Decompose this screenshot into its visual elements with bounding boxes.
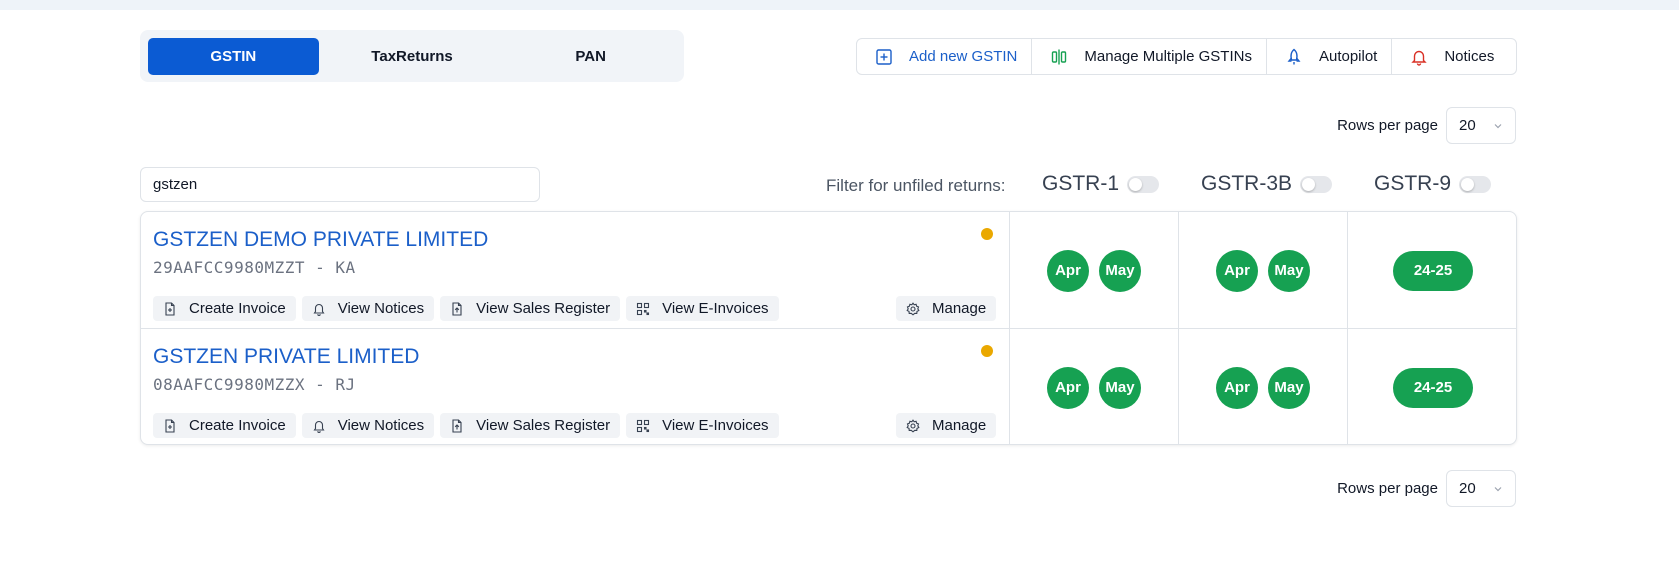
file-plus-icon [165, 301, 175, 316]
bell-icon [313, 420, 325, 433]
top-bar [0, 0, 1679, 10]
table-row: GSTZEN DEMO PRIVATE LIMITED 29AAFCC9980M… [141, 212, 1516, 329]
file-plus-icon [165, 418, 175, 433]
gstr3b-filter: GSTR-3B [1201, 172, 1333, 196]
autopilot-button[interactable]: Autopilot [1267, 39, 1393, 74]
view-sales-register-label: View Sales Register [476, 417, 611, 434]
gstr9-toggle[interactable] [1459, 175, 1492, 193]
manage-multiple-label: Manage Multiple GSTINs [1084, 48, 1252, 65]
gstr3b-cell: Apr May [1178, 329, 1347, 444]
manage-button[interactable]: Manage [896, 413, 997, 438]
view-einvoices-button[interactable]: View E-Invoices [626, 413, 779, 438]
view-notices-label: View Notices [337, 300, 425, 317]
company-name-link[interactable]: GSTZEN DEMO PRIVATE LIMITED [153, 228, 488, 252]
gstr3b-month-badge[interactable]: May [1268, 249, 1310, 292]
gstr1-month-badge[interactable]: May [1099, 249, 1141, 292]
rows-per-page-value: 20 [1459, 480, 1476, 497]
gstr9-cell: 24-25 [1347, 212, 1516, 329]
plus-square-icon [876, 48, 892, 65]
action-bar: Add new GSTIN Manage Multiple GSTINs Aut… [856, 38, 1517, 75]
view-notices-button[interactable]: View Notices [301, 413, 435, 438]
gstr3b-month-badge[interactable]: Apr [1216, 249, 1258, 292]
gstr3b-month-badge[interactable]: May [1268, 366, 1310, 409]
gstr9-year-badge[interactable]: 24-25 [1393, 250, 1473, 291]
create-invoice-button[interactable]: Create Invoice [153, 296, 296, 321]
notices-label: Notices [1444, 48, 1495, 65]
rows-per-page-top: Rows per page 20 [1337, 107, 1516, 144]
gstr1-cell: Apr May [1009, 329, 1178, 444]
rocket-icon [1287, 48, 1301, 64]
gstr1-filter-label: GSTR-1 [1042, 172, 1120, 195]
gstr9-year-badge[interactable]: 24-25 [1393, 367, 1473, 408]
tab-taxreturns[interactable]: TaxReturns [327, 38, 498, 75]
align-columns-icon [1052, 49, 1067, 64]
filter-label: Filter for unfiled returns: [826, 176, 1006, 195]
gear-icon [906, 301, 920, 316]
gstr1-month-badge[interactable]: May [1099, 366, 1141, 409]
autopilot-label: Autopilot [1318, 48, 1378, 65]
file-upload-icon [452, 418, 462, 433]
row-actions: Create Invoice View Notices View Sales R… [153, 296, 779, 321]
view-notices-label: View Notices [337, 417, 425, 434]
gstr1-cell: Apr May [1009, 212, 1178, 329]
qr-code-icon [637, 419, 650, 432]
gstr3b-toggle[interactable] [1300, 175, 1333, 193]
view-sales-register-button[interactable]: View Sales Register [440, 413, 621, 438]
rows-per-page-select[interactable]: 20 [1446, 470, 1516, 507]
gstin-table: GSTZEN DEMO PRIVATE LIMITED 29AAFCC9980M… [140, 211, 1517, 445]
gstr1-filter: GSTR-1 [1042, 172, 1160, 196]
view-sales-register-button[interactable]: View Sales Register [440, 296, 621, 321]
manage-button[interactable]: Manage [896, 296, 997, 321]
notices-button[interactable]: Notices [1392, 39, 1508, 74]
tab-gstin[interactable]: GSTIN [148, 37, 319, 75]
rows-per-page-label: Rows per page [1337, 480, 1438, 497]
add-new-gstin-label: Add new GSTIN [909, 48, 1018, 65]
rows-per-page-bottom: Rows per page 20 [1337, 470, 1516, 507]
add-new-gstin-button[interactable]: Add new GSTIN [857, 39, 1033, 74]
gstr9-filter: GSTR-9 [1374, 172, 1492, 196]
gstin-state: 08AAFCC9980MZZX - RJ [153, 375, 356, 394]
create-invoice-label: Create Invoice [189, 417, 286, 434]
bell-icon [1411, 50, 1428, 66]
view-einvoices-label: View E-Invoices [662, 300, 769, 317]
gstr1-month-badge[interactable]: Apr [1047, 249, 1089, 292]
create-invoice-label: Create Invoice [189, 300, 286, 317]
status-dot [981, 228, 993, 240]
view-sales-register-label: View Sales Register [476, 300, 611, 317]
create-invoice-button[interactable]: Create Invoice [153, 413, 296, 438]
view-einvoices-label: View E-Invoices [662, 417, 769, 434]
manage-label: Manage [932, 417, 987, 434]
gstr3b-filter-label: GSTR-3B [1201, 172, 1293, 195]
gstr1-toggle[interactable] [1127, 175, 1160, 193]
rows-per-page-value: 20 [1459, 117, 1476, 134]
qr-code-icon [637, 302, 650, 315]
table-row: GSTZEN PRIVATE LIMITED 08AAFCC9980MZZX -… [141, 329, 1516, 444]
view-tabs: GSTIN TaxReturns PAN [140, 30, 684, 82]
gstr9-filter-label: GSTR-9 [1374, 172, 1452, 195]
file-upload-icon [452, 301, 462, 316]
tab-pan[interactable]: PAN [505, 38, 676, 75]
gstr3b-cell: Apr May [1178, 212, 1347, 329]
rows-per-page-label: Rows per page [1337, 117, 1438, 134]
gstin-state: 29AAFCC9980MZZT - KA [153, 258, 356, 277]
status-dot [981, 345, 993, 357]
view-notices-button[interactable]: View Notices [301, 296, 435, 321]
view-einvoices-button[interactable]: View E-Invoices [626, 296, 779, 321]
rows-per-page-select[interactable]: 20 [1446, 107, 1516, 144]
search-input[interactable] [140, 167, 540, 202]
manage-label: Manage [932, 300, 987, 317]
chevron-down-icon [1494, 123, 1502, 128]
company-name-link[interactable]: GSTZEN PRIVATE LIMITED [153, 345, 419, 369]
chevron-down-icon [1494, 486, 1502, 491]
gstr1-month-badge[interactable]: Apr [1047, 366, 1089, 409]
gear-icon [906, 418, 920, 433]
gstr9-cell: 24-25 [1347, 329, 1516, 444]
gstr3b-month-badge[interactable]: Apr [1216, 366, 1258, 409]
bell-icon [313, 303, 325, 316]
manage-multiple-gstins-button[interactable]: Manage Multiple GSTINs [1032, 39, 1267, 74]
row-actions: Create Invoice View Notices View Sales R… [153, 413, 779, 438]
